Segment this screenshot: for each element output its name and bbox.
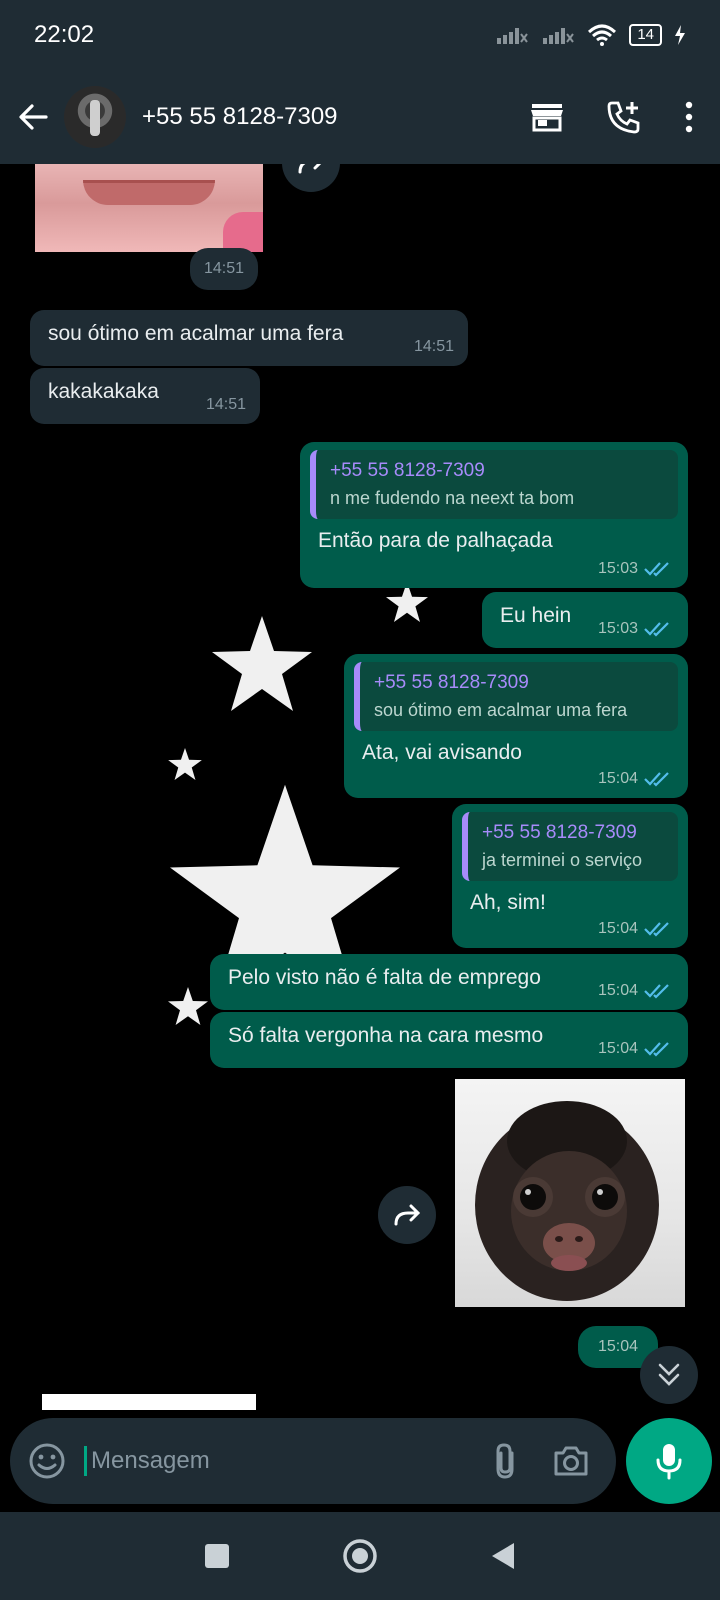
- message-meta: 15:03: [598, 560, 674, 578]
- home-icon[interactable]: [342, 1538, 378, 1574]
- chat-header: +55 55 8128-7309: [0, 70, 720, 164]
- charging-icon: [675, 25, 685, 45]
- message-meta: 15:04: [598, 1040, 674, 1058]
- wallpaper-star-small-1: [168, 748, 202, 780]
- quote-text: n me fudendo na neext ta bom: [330, 488, 575, 508]
- quoted-message[interactable]: +55 55 8128-7309 n me fudendo na neext t…: [310, 450, 678, 519]
- message-outgoing-reply[interactable]: +55 55 8128-7309 ja terminei o serviço A…: [452, 804, 688, 948]
- message-time: 14:51: [413, 338, 454, 355]
- message-text: sou ótimo em acalmar uma fera: [48, 322, 344, 345]
- emoji-icon[interactable]: [28, 1442, 66, 1480]
- monkey-image: [475, 1101, 659, 1301]
- chat-area[interactable]: 14:51 sou ótimo em acalmar uma fera 14:5…: [0, 164, 720, 1414]
- quote-text: ja terminei o serviço: [482, 850, 643, 870]
- wifi-icon: [588, 24, 617, 46]
- paperclip-icon[interactable]: [492, 1441, 518, 1481]
- message-input[interactable]: [84, 1446, 492, 1476]
- add-call-icon[interactable]: [606, 99, 642, 135]
- double-check-icon: [644, 622, 669, 637]
- back-nav-icon[interactable]: [490, 1541, 516, 1571]
- contact-name[interactable]: +55 55 8128-7309: [142, 103, 530, 131]
- status-icons: 14: [495, 24, 686, 46]
- message-text: Ata, vai avisando: [362, 741, 522, 764]
- message-outgoing[interactable]: Só falta vergonha na cara mesmo 15:04: [210, 1012, 688, 1068]
- message-outgoing-reply[interactable]: +55 55 8128-7309 n me fudendo na neext t…: [300, 442, 688, 588]
- message-meta: 15:04: [598, 982, 674, 1000]
- quote-author: +55 55 8128-7309: [482, 822, 637, 843]
- double-check-icon: [644, 984, 669, 999]
- redaction-bar: [42, 1394, 256, 1410]
- message-meta: 15:03: [598, 620, 674, 638]
- battery-indicator: 14: [629, 24, 662, 46]
- message-incoming[interactable]: kakakakaka 14:51: [30, 368, 260, 424]
- status-time: 22:02: [34, 21, 95, 48]
- message-text: kakakakaka: [48, 380, 159, 403]
- outgoing-image[interactable]: [455, 1079, 685, 1307]
- message-outgoing[interactable]: Eu hein 15:03: [482, 592, 688, 648]
- double-check-icon: [644, 562, 669, 577]
- message-incoming[interactable]: sou ótimo em acalmar uma fera 14:51: [30, 310, 468, 366]
- double-check-icon: [644, 1042, 669, 1057]
- image-timestamp: 14:51: [190, 248, 258, 290]
- system-nav-bar: [0, 1512, 720, 1600]
- quote-author: +55 55 8128-7309: [374, 672, 529, 693]
- message-meta: 15:04: [598, 920, 674, 938]
- microphone-icon: [656, 1444, 682, 1480]
- message-outgoing-reply[interactable]: +55 55 8128-7309 sou ótimo em acalmar um…: [344, 654, 688, 798]
- message-time: 14:51: [205, 396, 246, 413]
- message-text: Eu hein: [500, 604, 572, 627]
- quoted-message[interactable]: +55 55 8128-7309 sou ótimo em acalmar um…: [354, 662, 678, 731]
- more-vertical-icon[interactable]: [684, 101, 694, 133]
- wallpaper-star-small-3: [168, 987, 208, 1025]
- scroll-to-bottom-button[interactable]: [640, 1346, 698, 1404]
- wallpaper-star-medium: [212, 616, 312, 711]
- chevron-double-down-icon: [658, 1363, 680, 1386]
- message-composer: [10, 1418, 616, 1504]
- quote-text: sou ótimo em acalmar uma fera: [374, 700, 628, 720]
- forward-icon: [394, 1204, 421, 1226]
- recents-icon[interactable]: [204, 1543, 230, 1569]
- back-button[interactable]: [16, 100, 50, 134]
- double-check-icon: [644, 772, 669, 787]
- message-text: Pelo visto não é falta de emprego: [228, 966, 541, 989]
- store-icon[interactable]: [530, 102, 564, 132]
- contact-avatar[interactable]: [64, 86, 126, 148]
- signal-off-icon: [497, 28, 529, 44]
- status-bar: 22:02 14: [0, 0, 720, 70]
- message-text: Só falta vergonha na cara mesmo: [228, 1024, 544, 1047]
- camera-icon[interactable]: [552, 1444, 590, 1478]
- message-meta: 15:04: [598, 770, 674, 788]
- double-check-icon: [644, 922, 669, 937]
- message-outgoing[interactable]: Pelo visto não é falta de emprego 15:04: [210, 954, 688, 1010]
- voice-record-button[interactable]: [626, 1418, 712, 1504]
- forward-icon: [298, 164, 322, 174]
- quote-author: +55 55 8128-7309: [330, 460, 485, 481]
- forward-button-top[interactable]: [282, 164, 340, 192]
- incoming-image[interactable]: [35, 164, 263, 252]
- signal-off-icon-2: [543, 28, 575, 44]
- wallpaper-star-small-2: [386, 582, 428, 622]
- message-text: Então para de palhaçada: [318, 529, 553, 552]
- arrow-left-icon: [19, 104, 48, 130]
- forward-button[interactable]: [378, 1186, 436, 1244]
- quoted-message[interactable]: +55 55 8128-7309 ja terminei o serviço: [462, 812, 678, 881]
- message-text: Ah, sim!: [470, 891, 546, 914]
